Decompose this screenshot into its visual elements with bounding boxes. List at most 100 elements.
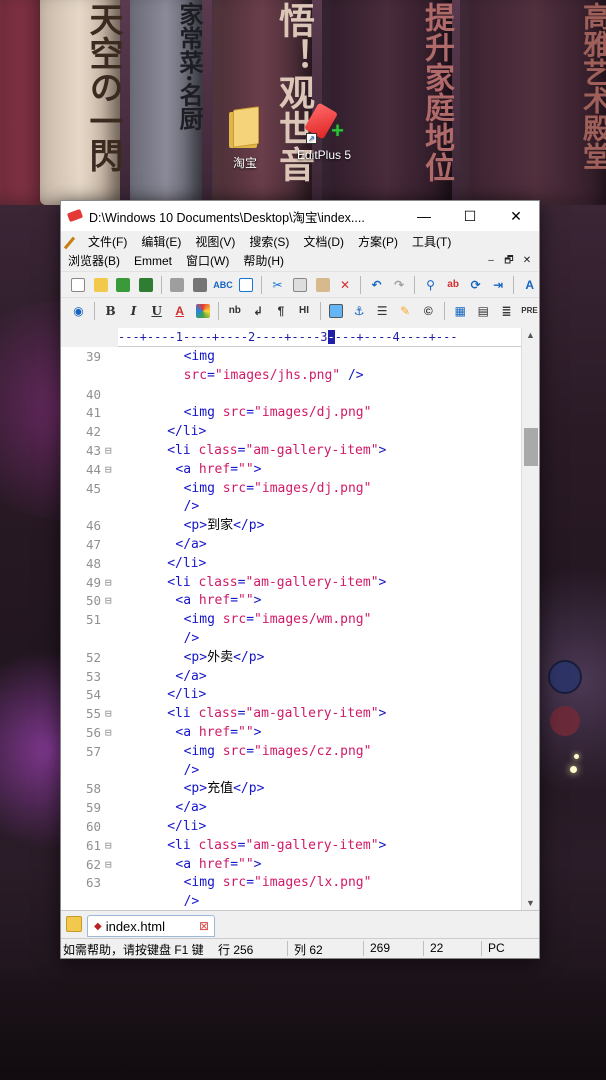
find-icon[interactable]: ⚲ xyxy=(421,275,440,295)
code-line[interactable]: 48 </li> xyxy=(61,554,521,573)
title-bar[interactable]: D:\Windows 10 Documents\Desktop\淘宝\index… xyxy=(61,201,539,231)
code-line[interactable]: 63 <img src="images/lx.png" xyxy=(61,873,521,892)
menu-document[interactable]: 文档(D) xyxy=(296,233,351,250)
redo-icon[interactable]: ↷ xyxy=(390,275,409,295)
code-line[interactable]: 50 ⊟ <a href=""> xyxy=(61,591,521,610)
menu-tools[interactable]: 工具(T) xyxy=(405,233,458,250)
underline-icon[interactable]: U xyxy=(147,301,166,321)
pre-icon[interactable]: PRE xyxy=(520,301,539,321)
menu-emmet[interactable]: Emmet xyxy=(127,254,179,268)
code-line[interactable]: /> xyxy=(61,761,521,780)
open-folder-icon[interactable] xyxy=(92,275,111,295)
code-line[interactable]: 53 </a> xyxy=(61,667,521,686)
code-line[interactable]: 62 ⊟ <a href=""> xyxy=(61,855,521,874)
code-line[interactable]: 55 ⊟ <li class="am-gallery-item"> xyxy=(61,704,521,723)
nbsp-icon[interactable]: nb xyxy=(225,301,244,321)
desktop-icon-editplus[interactable]: + ↗ EditPlus 5 xyxy=(289,102,359,162)
scroll-down-icon[interactable]: ▼ xyxy=(526,898,535,908)
code-line[interactable]: /> xyxy=(61,892,521,910)
font-icon[interactable]: A xyxy=(520,275,539,295)
copy-icon[interactable] xyxy=(291,275,310,295)
code-line[interactable]: 60 </li> xyxy=(61,817,521,836)
code-line[interactable]: 56 ⊟ <a href=""> xyxy=(61,723,521,742)
menu-edit[interactable]: 编辑(E) xyxy=(134,233,188,250)
menu-file[interactable]: 文件(F) xyxy=(83,233,134,250)
code-line[interactable]: src="images/jhs.png" /> xyxy=(61,366,521,385)
indent-icon[interactable]: ⇥ xyxy=(489,275,508,295)
code-line[interactable]: 47 </a> xyxy=(61,535,521,554)
font-color-icon[interactable]: A xyxy=(170,301,189,321)
undo-icon[interactable]: ↶ xyxy=(367,275,386,295)
code-line[interactable]: 46 <p>到家</p> xyxy=(61,516,521,535)
menu-browser[interactable]: 浏览器(B) xyxy=(65,252,127,269)
code-line[interactable]: 51 <img src="images/wm.png" xyxy=(61,610,521,629)
heading-icon[interactable]: HI xyxy=(294,301,313,321)
anchor-icon[interactable]: ⚓ xyxy=(350,301,369,321)
vertical-scrollbar[interactable]: ▲ ▼ xyxy=(521,328,539,910)
menu-window[interactable]: 窗口(W) xyxy=(179,252,236,269)
save-icon[interactable] xyxy=(114,275,133,295)
form-icon[interactable]: ▤ xyxy=(474,301,493,321)
paragraph-icon[interactable]: ¶ xyxy=(271,301,290,321)
horizontal-rule-icon[interactable]: ☰ xyxy=(373,301,392,321)
desktop-icon-taobao-folder[interactable]: 淘宝 xyxy=(210,106,280,171)
tab-close-icon[interactable]: ⊠ xyxy=(199,919,209,933)
fold-toggle-icon[interactable]: ⊟ xyxy=(105,573,115,592)
code-line[interactable]: 49 ⊟ <li class="am-gallery-item"> xyxy=(61,573,521,592)
menu-project[interactable]: 方案(P) xyxy=(351,233,405,250)
line-break-icon[interactable]: ↲ xyxy=(248,301,267,321)
goto-icon[interactable]: ⟳ xyxy=(466,275,485,295)
new-file-icon[interactable] xyxy=(69,275,88,295)
align-icon[interactable]: ≣ xyxy=(497,301,516,321)
tab-index-html[interactable]: ◆ index.html ⊠ xyxy=(87,915,215,937)
fold-toggle-icon[interactable]: ⊟ xyxy=(105,723,115,742)
scroll-up-icon[interactable]: ▲ xyxy=(526,330,535,340)
maximize-button[interactable]: ☐ xyxy=(447,201,493,231)
mdi-restore-button[interactable]: 🗗 xyxy=(501,253,517,269)
menu-help[interactable]: 帮助(H) xyxy=(236,252,291,269)
color-picker-icon[interactable] xyxy=(193,301,212,321)
delete-icon[interactable]: ✕ xyxy=(336,275,355,295)
code-line[interactable]: 44 ⊟ <a href=""> xyxy=(61,460,521,479)
code-line[interactable]: 42 </li> xyxy=(61,422,521,441)
fold-toggle-icon[interactable]: ⊟ xyxy=(105,460,115,479)
spell-check-icon[interactable]: ABC xyxy=(213,275,233,295)
fold-toggle-icon[interactable]: ⊟ xyxy=(105,704,115,723)
code-line[interactable]: 45 <img src="images/dj.png" xyxy=(61,479,521,498)
image-icon[interactable] xyxy=(326,301,345,321)
code-line[interactable]: 39 <img xyxy=(61,347,521,366)
code-line[interactable]: 57 <img src="images/cz.png" xyxy=(61,742,521,761)
minimize-button[interactable]: — xyxy=(401,201,447,231)
edit-icon[interactable]: ✎ xyxy=(396,301,415,321)
code-line[interactable]: /> xyxy=(61,629,521,648)
menu-view[interactable]: 视图(V) xyxy=(188,233,242,250)
fold-toggle-icon[interactable]: ⊟ xyxy=(105,855,115,874)
code-line[interactable]: 54 </li> xyxy=(61,685,521,704)
replace-icon[interactable]: ab xyxy=(444,275,463,295)
code-line[interactable]: 43 ⊟ <li class="am-gallery-item"> xyxy=(61,441,521,460)
folder-icon[interactable] xyxy=(66,916,82,932)
code-line[interactable]: 41 <img src="images/dj.png" xyxy=(61,403,521,422)
print-icon[interactable] xyxy=(191,275,210,295)
print-preview-icon[interactable] xyxy=(168,275,187,295)
code-line[interactable]: 59 </a> xyxy=(61,798,521,817)
fold-toggle-icon[interactable]: ⊟ xyxy=(105,441,115,460)
browser-preview-icon[interactable] xyxy=(237,275,256,295)
code-line[interactable]: /> xyxy=(61,497,521,516)
code-line[interactable]: 61 ⊟ <li class="am-gallery-item"> xyxy=(61,836,521,855)
globe-icon[interactable]: ◉ xyxy=(69,301,88,321)
fold-toggle-icon[interactable]: ⊟ xyxy=(105,591,115,610)
save-all-icon[interactable] xyxy=(137,275,156,295)
bold-icon[interactable]: B xyxy=(101,301,120,321)
mdi-close-button[interactable]: ✕ xyxy=(519,253,535,269)
code-editor[interactable]: 39 <img src="images/jhs.png" /> 40 41 <img sr… xyxy=(61,347,521,910)
paste-icon[interactable] xyxy=(313,275,332,295)
menu-search[interactable]: 搜索(S) xyxy=(242,233,296,250)
table-icon[interactable]: ▦ xyxy=(451,301,470,321)
fold-toggle-icon[interactable]: ⊟ xyxy=(105,836,115,855)
italic-icon[interactable]: I xyxy=(124,301,143,321)
code-line[interactable]: 52 <p>外卖</p> xyxy=(61,648,521,667)
code-line[interactable]: 40 xyxy=(61,385,521,404)
scrollbar-thumb[interactable] xyxy=(524,428,538,466)
code-line[interactable]: 58 <p>充值</p> xyxy=(61,779,521,798)
